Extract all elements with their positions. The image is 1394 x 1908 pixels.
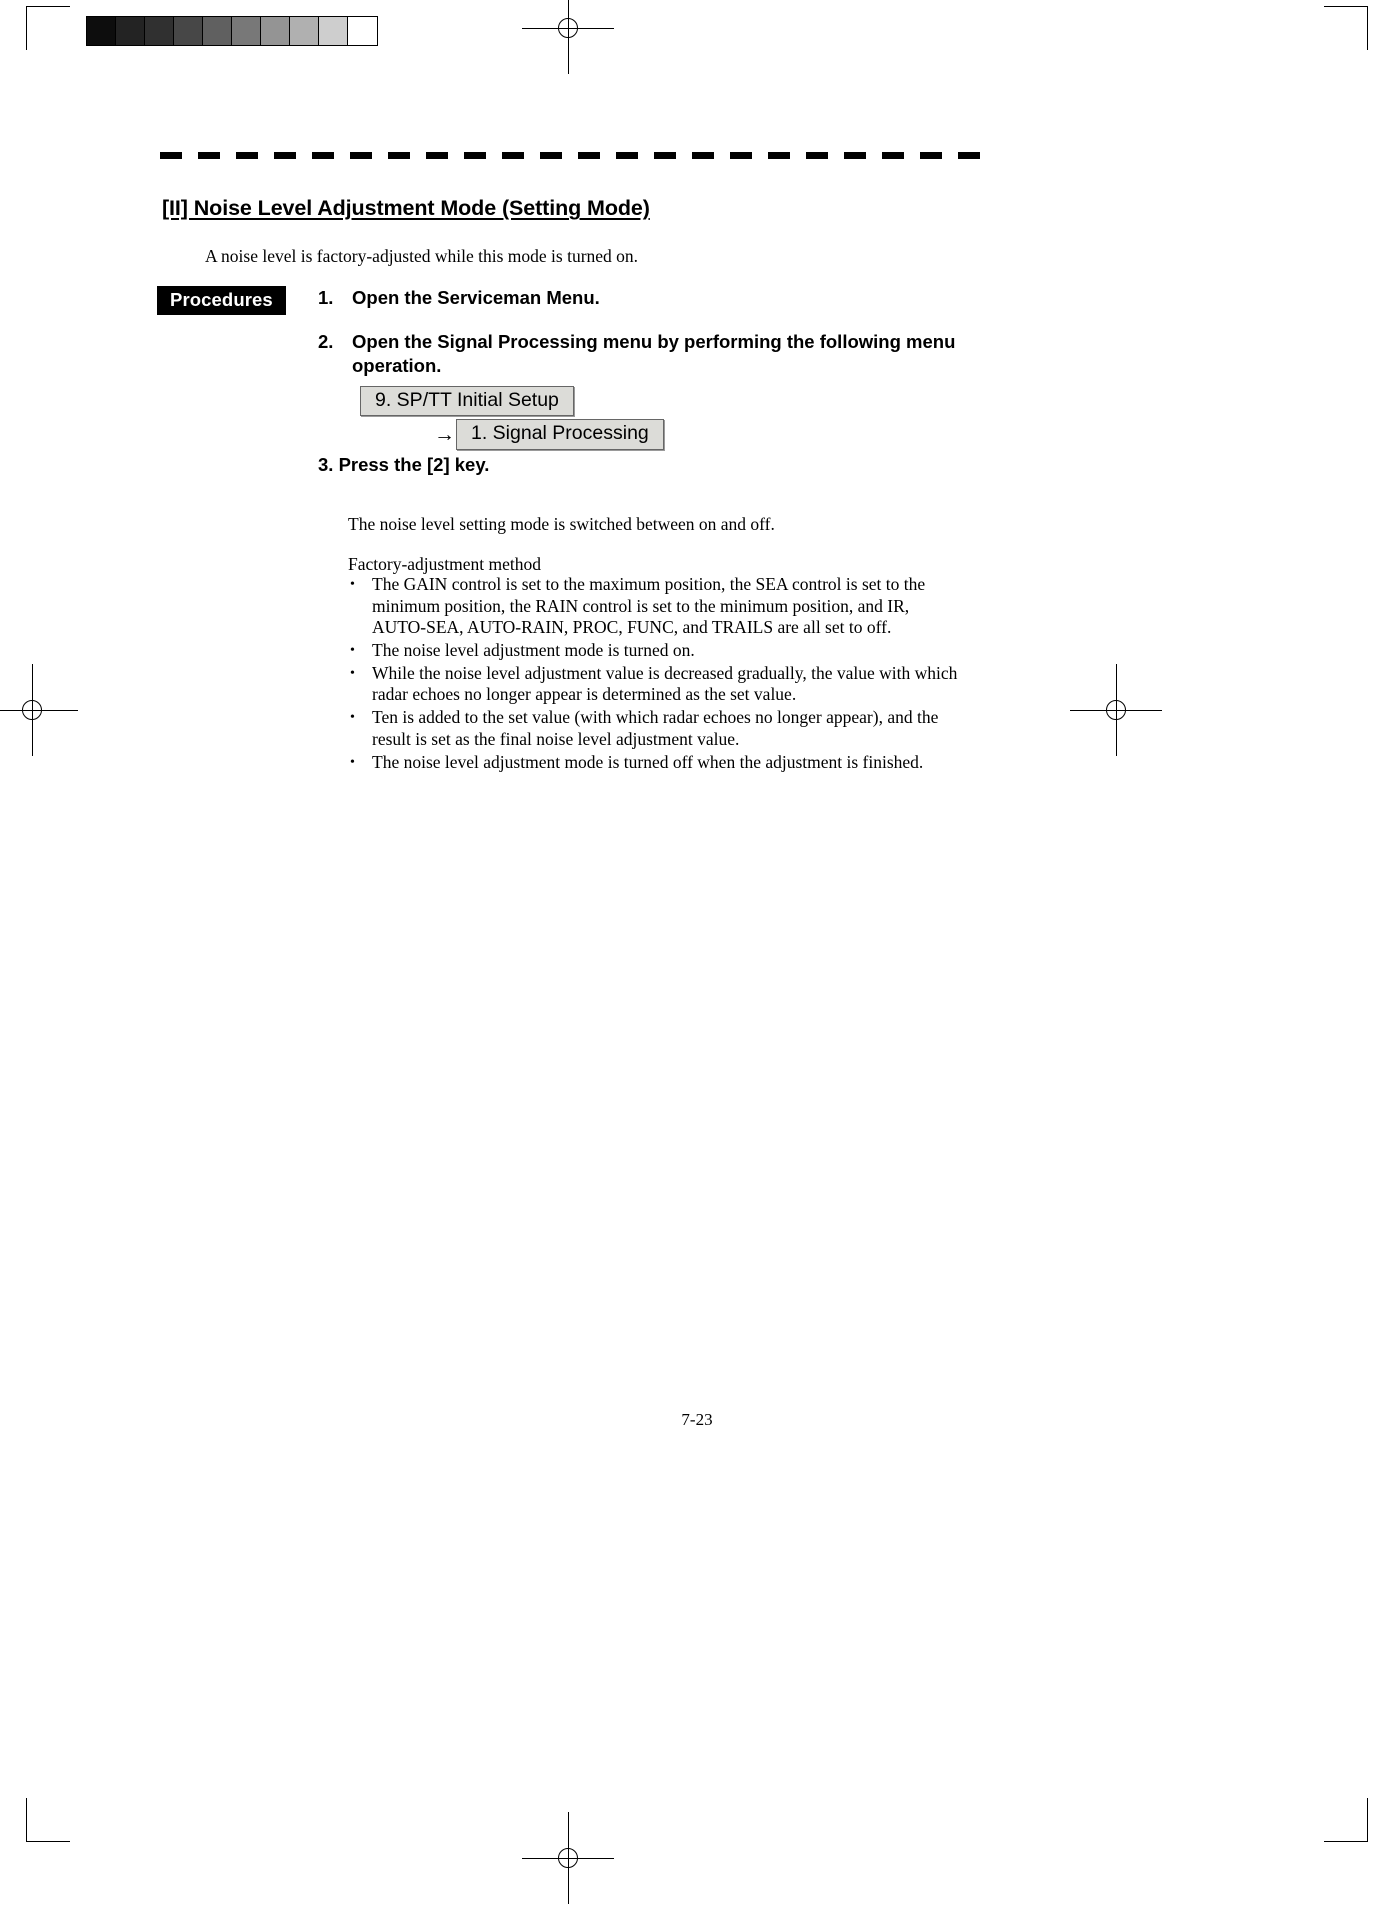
grayscale-calibration-bar [86, 16, 378, 46]
gray-swatch [87, 17, 116, 45]
gray-swatch [232, 17, 261, 45]
list-item-text: While the noise level adjustment value i… [372, 662, 958, 705]
factory-adjustment-bullet-list: • The GAIN control is set to the maximum… [350, 574, 958, 774]
list-item-text: Ten is added to the set value (with whic… [372, 707, 939, 749]
intro-paragraph: A noise level is factory-adjusted while … [205, 245, 639, 266]
registration-mark-right [1070, 664, 1162, 756]
procedure-step-list: 1. Open the Serviceman Menu. 2. Open the… [318, 286, 958, 398]
step-text: Open the Serviceman Menu. [352, 287, 600, 308]
list-item-text: The noise level adjustment mode is turne… [372, 751, 924, 772]
gray-swatch [348, 17, 377, 45]
list-item: • The noise level adjustment mode is tur… [350, 752, 958, 774]
gray-swatch [290, 17, 319, 45]
dashed-section-rule [160, 152, 982, 159]
arrow-right-icon: → [434, 422, 455, 447]
procedure-step-3: 3. Press the [2] key. [318, 454, 490, 475]
bullet-dot-icon: • [350, 577, 355, 592]
registration-mark-bottom [522, 1812, 614, 1904]
gray-swatch [116, 17, 145, 45]
registration-ring-icon [558, 18, 578, 38]
list-item: • The noise level adjustment mode is tur… [350, 640, 958, 662]
gray-swatch [203, 17, 232, 45]
list-item: • The GAIN control is set to the maximum… [350, 574, 958, 639]
page-title: [II] Noise Level Adjustment Mode (Settin… [162, 196, 650, 221]
page-number: 7-23 [681, 1410, 713, 1429]
crop-mark-top-right [1324, 6, 1368, 50]
list-item: • While the noise level adjustment value… [350, 663, 958, 706]
bullet-dot-icon: • [350, 754, 355, 770]
step-text: Open the Signal Processing menu by perfo… [352, 331, 956, 376]
step-number: 1. [318, 287, 334, 308]
procedures-label: Procedures [157, 286, 286, 315]
procedure-step: 1. Open the Serviceman Menu. [318, 286, 958, 309]
step-number: 2. [318, 331, 334, 353]
crop-mark-top-left [26, 6, 70, 50]
scanned-manual-page: [II] Noise Level Adjustment Mode (Settin… [0, 0, 1394, 1908]
menu-path-row-1: 9. SP/TT Initial Setup [360, 386, 664, 417]
registration-ring-icon [558, 1848, 578, 1868]
gray-swatch [174, 17, 203, 45]
crop-mark-bottom-right [1324, 1798, 1368, 1842]
gray-swatch [145, 17, 174, 45]
crop-mark-bottom-left [26, 1798, 70, 1842]
registration-mark-top [522, 0, 614, 74]
switch-mode-note: The noise level setting mode is switched… [348, 513, 775, 534]
factory-adjustment-heading: Factory-adjustment method [348, 553, 541, 574]
bullet-dot-icon: • [350, 710, 355, 726]
bullet-dot-icon: • [350, 643, 355, 659]
menu-item-sp-tt-initial-setup[interactable]: 9. SP/TT Initial Setup [360, 386, 574, 417]
list-item-text: The noise level adjustment mode is turne… [372, 640, 695, 661]
registration-ring-icon [22, 700, 42, 720]
gray-swatch [319, 17, 348, 45]
menu-path-row-2: → 1. Signal Processing [434, 419, 664, 450]
menu-navigation-path: 9. SP/TT Initial Setup → 1. Signal Proce… [360, 386, 664, 450]
bullet-dot-icon: • [350, 665, 355, 681]
registration-ring-icon [1106, 700, 1126, 720]
gray-swatch [261, 17, 290, 45]
list-item-text: The GAIN control is set to the maximum p… [372, 574, 926, 638]
menu-item-signal-processing[interactable]: 1. Signal Processing [456, 419, 664, 450]
procedure-step: 2. Open the Signal Processing menu by pe… [318, 330, 958, 377]
registration-mark-left [0, 664, 78, 756]
list-item: • Ten is added to the set value (with wh… [350, 707, 958, 750]
